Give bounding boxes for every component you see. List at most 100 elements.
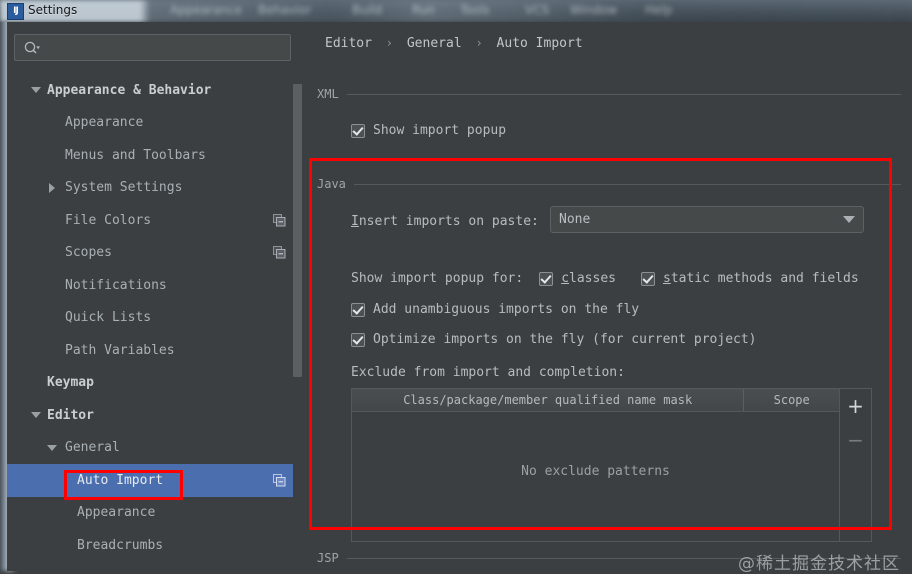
sidebar-item-path-variables[interactable]: Path Variables	[7, 334, 304, 367]
search-box[interactable]	[14, 34, 291, 61]
show-import-popup-for-row: Show import popup for: classes static me…	[351, 271, 859, 286]
sidebar-item-label: General	[65, 440, 120, 456]
optimize-imports-label: Optimize imports on the fly (for current…	[373, 332, 757, 347]
intellij-idea-icon: IJ	[7, 3, 24, 20]
table-toolbar: + −	[840, 388, 872, 542]
window-title-bar: Appearance Behavior Build Run Tools VCS …	[0, 0, 912, 22]
static-methods-checkbox[interactable]	[640, 271, 655, 286]
chevron-down-icon	[843, 216, 855, 223]
table-column-header-mask[interactable]: Class/package/member qualified name mask	[352, 389, 743, 411]
section-java-title: Java	[317, 177, 346, 191]
add-unambiguous-imports-checkbox[interactable]	[351, 302, 365, 317]
sidebar-scrollbar[interactable]	[293, 74, 304, 571]
search-icon	[24, 41, 40, 54]
settings-content-panel: Editor › General › Auto Import XML Show …	[305, 22, 912, 574]
sidebar-item-editor[interactable]: Editor	[7, 399, 304, 432]
table-header-row: Class/package/member qualified name mask…	[352, 389, 839, 412]
sidebar-item-appearance-and-behavior[interactable]: Appearance & Behavior	[7, 74, 304, 107]
sidebar-item-file-colors[interactable]: File Colors	[7, 204, 304, 237]
sidebar-item-label: Menus and Toolbars	[65, 147, 206, 163]
classes-checkbox[interactable]	[539, 271, 554, 286]
sidebar-item-appearance[interactable]: Appearance	[7, 107, 304, 140]
menubar-ghost-item: Tools	[460, 3, 490, 17]
menubar-ghost-item: Appearance	[170, 3, 243, 17]
copy-icon[interactable]	[273, 213, 286, 227]
exclude-patterns-table[interactable]: Class/package/member qualified name mask…	[351, 388, 840, 542]
show-import-popup-for-label: Show import popup for:	[351, 271, 524, 286]
section-jsp-title: JSP	[317, 551, 339, 565]
table-column-header-scope[interactable]: Scope	[744, 389, 839, 411]
search-input[interactable]	[41, 40, 290, 55]
table-body[interactable]: No exclude patterns	[352, 412, 839, 530]
sidebar-item-label: Editor	[47, 407, 94, 423]
add-unambiguous-imports-row[interactable]: Add unambiguous imports on the fly	[351, 302, 639, 317]
classes-label: classes	[561, 271, 616, 286]
sidebar-item-label: Auto Import	[77, 472, 164, 488]
sidebar-item-keymap[interactable]: Keymap	[7, 367, 304, 400]
section-xml-header: XML	[317, 87, 901, 101]
window-title: Settings	[28, 3, 78, 17]
sidebar-item-quick-lists[interactable]: Quick Lists	[7, 302, 304, 335]
static-methods-label: static methods and fields	[662, 271, 859, 286]
sidebar-item-label: Scopes	[65, 245, 112, 261]
insert-imports-value: None	[559, 212, 591, 227]
section-divider	[346, 93, 901, 95]
breadcrumb-separator: ›	[385, 36, 394, 50]
twisty-right-icon[interactable]	[45, 181, 59, 195]
sidebar-item-breadcrumbs[interactable]: Breadcrumbs	[7, 529, 304, 562]
optimize-imports-row[interactable]: Optimize imports on the fly (for current…	[351, 332, 757, 347]
menubar-ghost-item: Run	[412, 3, 436, 17]
settings-dialog: Appearance & Behavior Appearance Menus a…	[7, 22, 912, 574]
sidebar-item-label: Notifications	[65, 277, 167, 293]
sidebar-item-appearance-editor[interactable]: Appearance	[7, 497, 304, 530]
sidebar-item-label: File Colors	[65, 212, 152, 228]
breadcrumb-part-general[interactable]: General	[407, 36, 462, 51]
twisty-down-icon[interactable]	[29, 408, 43, 422]
add-pattern-button[interactable]: +	[840, 389, 871, 423]
xml-show-import-popup-label: Show import popup	[373, 123, 507, 138]
insert-imports-on-paste-dropdown[interactable]: None	[550, 206, 864, 233]
menubar-ghost-item: VCS	[525, 3, 550, 17]
breadcrumb: Editor › General › Auto Import	[325, 36, 583, 51]
sidebar-item-label: Quick Lists	[65, 310, 152, 326]
sidebar-item-label: Appearance	[65, 115, 144, 131]
insert-imports-label-rest: nsert imports on paste:	[358, 214, 539, 229]
breadcrumb-part-auto-import: Auto Import	[496, 36, 583, 51]
sidebar-item-label: Appearance	[77, 505, 156, 521]
title-bar-blur-overlay	[0, 0, 912, 22]
menubar-ghost-item: Window	[570, 3, 618, 17]
remove-pattern-button: −	[847, 428, 864, 452]
sidebar-item-label: Appearance & Behavior	[47, 82, 212, 98]
optimize-imports-checkbox[interactable]	[351, 332, 365, 347]
insert-imports-label: Insert imports on paste:	[351, 214, 539, 229]
settings-tree[interactable]: Appearance & Behavior Appearance Menus a…	[7, 74, 304, 571]
sidebar-item-label: Path Variables	[65, 342, 175, 358]
sidebar-item-scopes[interactable]: Scopes	[7, 237, 304, 270]
add-unambiguous-imports-label: Add unambiguous imports on the fly	[373, 302, 640, 317]
table-empty-message: No exclude patterns	[521, 463, 670, 479]
sidebar-item-general[interactable]: General	[7, 432, 304, 465]
sidebar-scrollbar-thumb[interactable]	[293, 84, 302, 377]
insert-imports-mnemonic: I	[351, 214, 359, 229]
menubar-ghost-item: Behavior	[258, 3, 312, 17]
twisty-down-icon[interactable]	[29, 83, 43, 97]
exclude-from-import-label: Exclude from import and completion:	[351, 365, 625, 380]
sidebar-item-notifications[interactable]: Notifications	[7, 269, 304, 302]
section-java-header: Java	[317, 177, 901, 191]
copy-icon[interactable]	[273, 473, 286, 487]
copy-icon[interactable]	[273, 246, 286, 259]
sidebar-item-system-settings[interactable]: System Settings	[7, 172, 304, 205]
sidebar-item-menus-and-toolbars[interactable]: Menus and Toolbars	[7, 139, 304, 172]
section-divider	[353, 183, 901, 185]
menubar-ghost-item: Build	[352, 3, 383, 17]
breadcrumb-part-editor[interactable]: Editor	[325, 36, 372, 51]
sidebar-item-label: Breadcrumbs	[77, 537, 164, 553]
xml-show-import-popup-row[interactable]: Show import popup	[351, 123, 506, 138]
breadcrumb-separator: ›	[475, 36, 483, 50]
twisty-down-icon[interactable]	[45, 441, 59, 455]
watermark: @稀土掘金技术社区	[738, 554, 900, 574]
sidebar-item-auto-import[interactable]: Auto Import	[7, 464, 304, 497]
settings-window: Appearance Behavior Build Run Tools VCS …	[0, 0, 912, 574]
xml-show-import-popup-checkbox[interactable]	[351, 123, 365, 138]
sidebar-item-label: Keymap	[47, 375, 94, 391]
